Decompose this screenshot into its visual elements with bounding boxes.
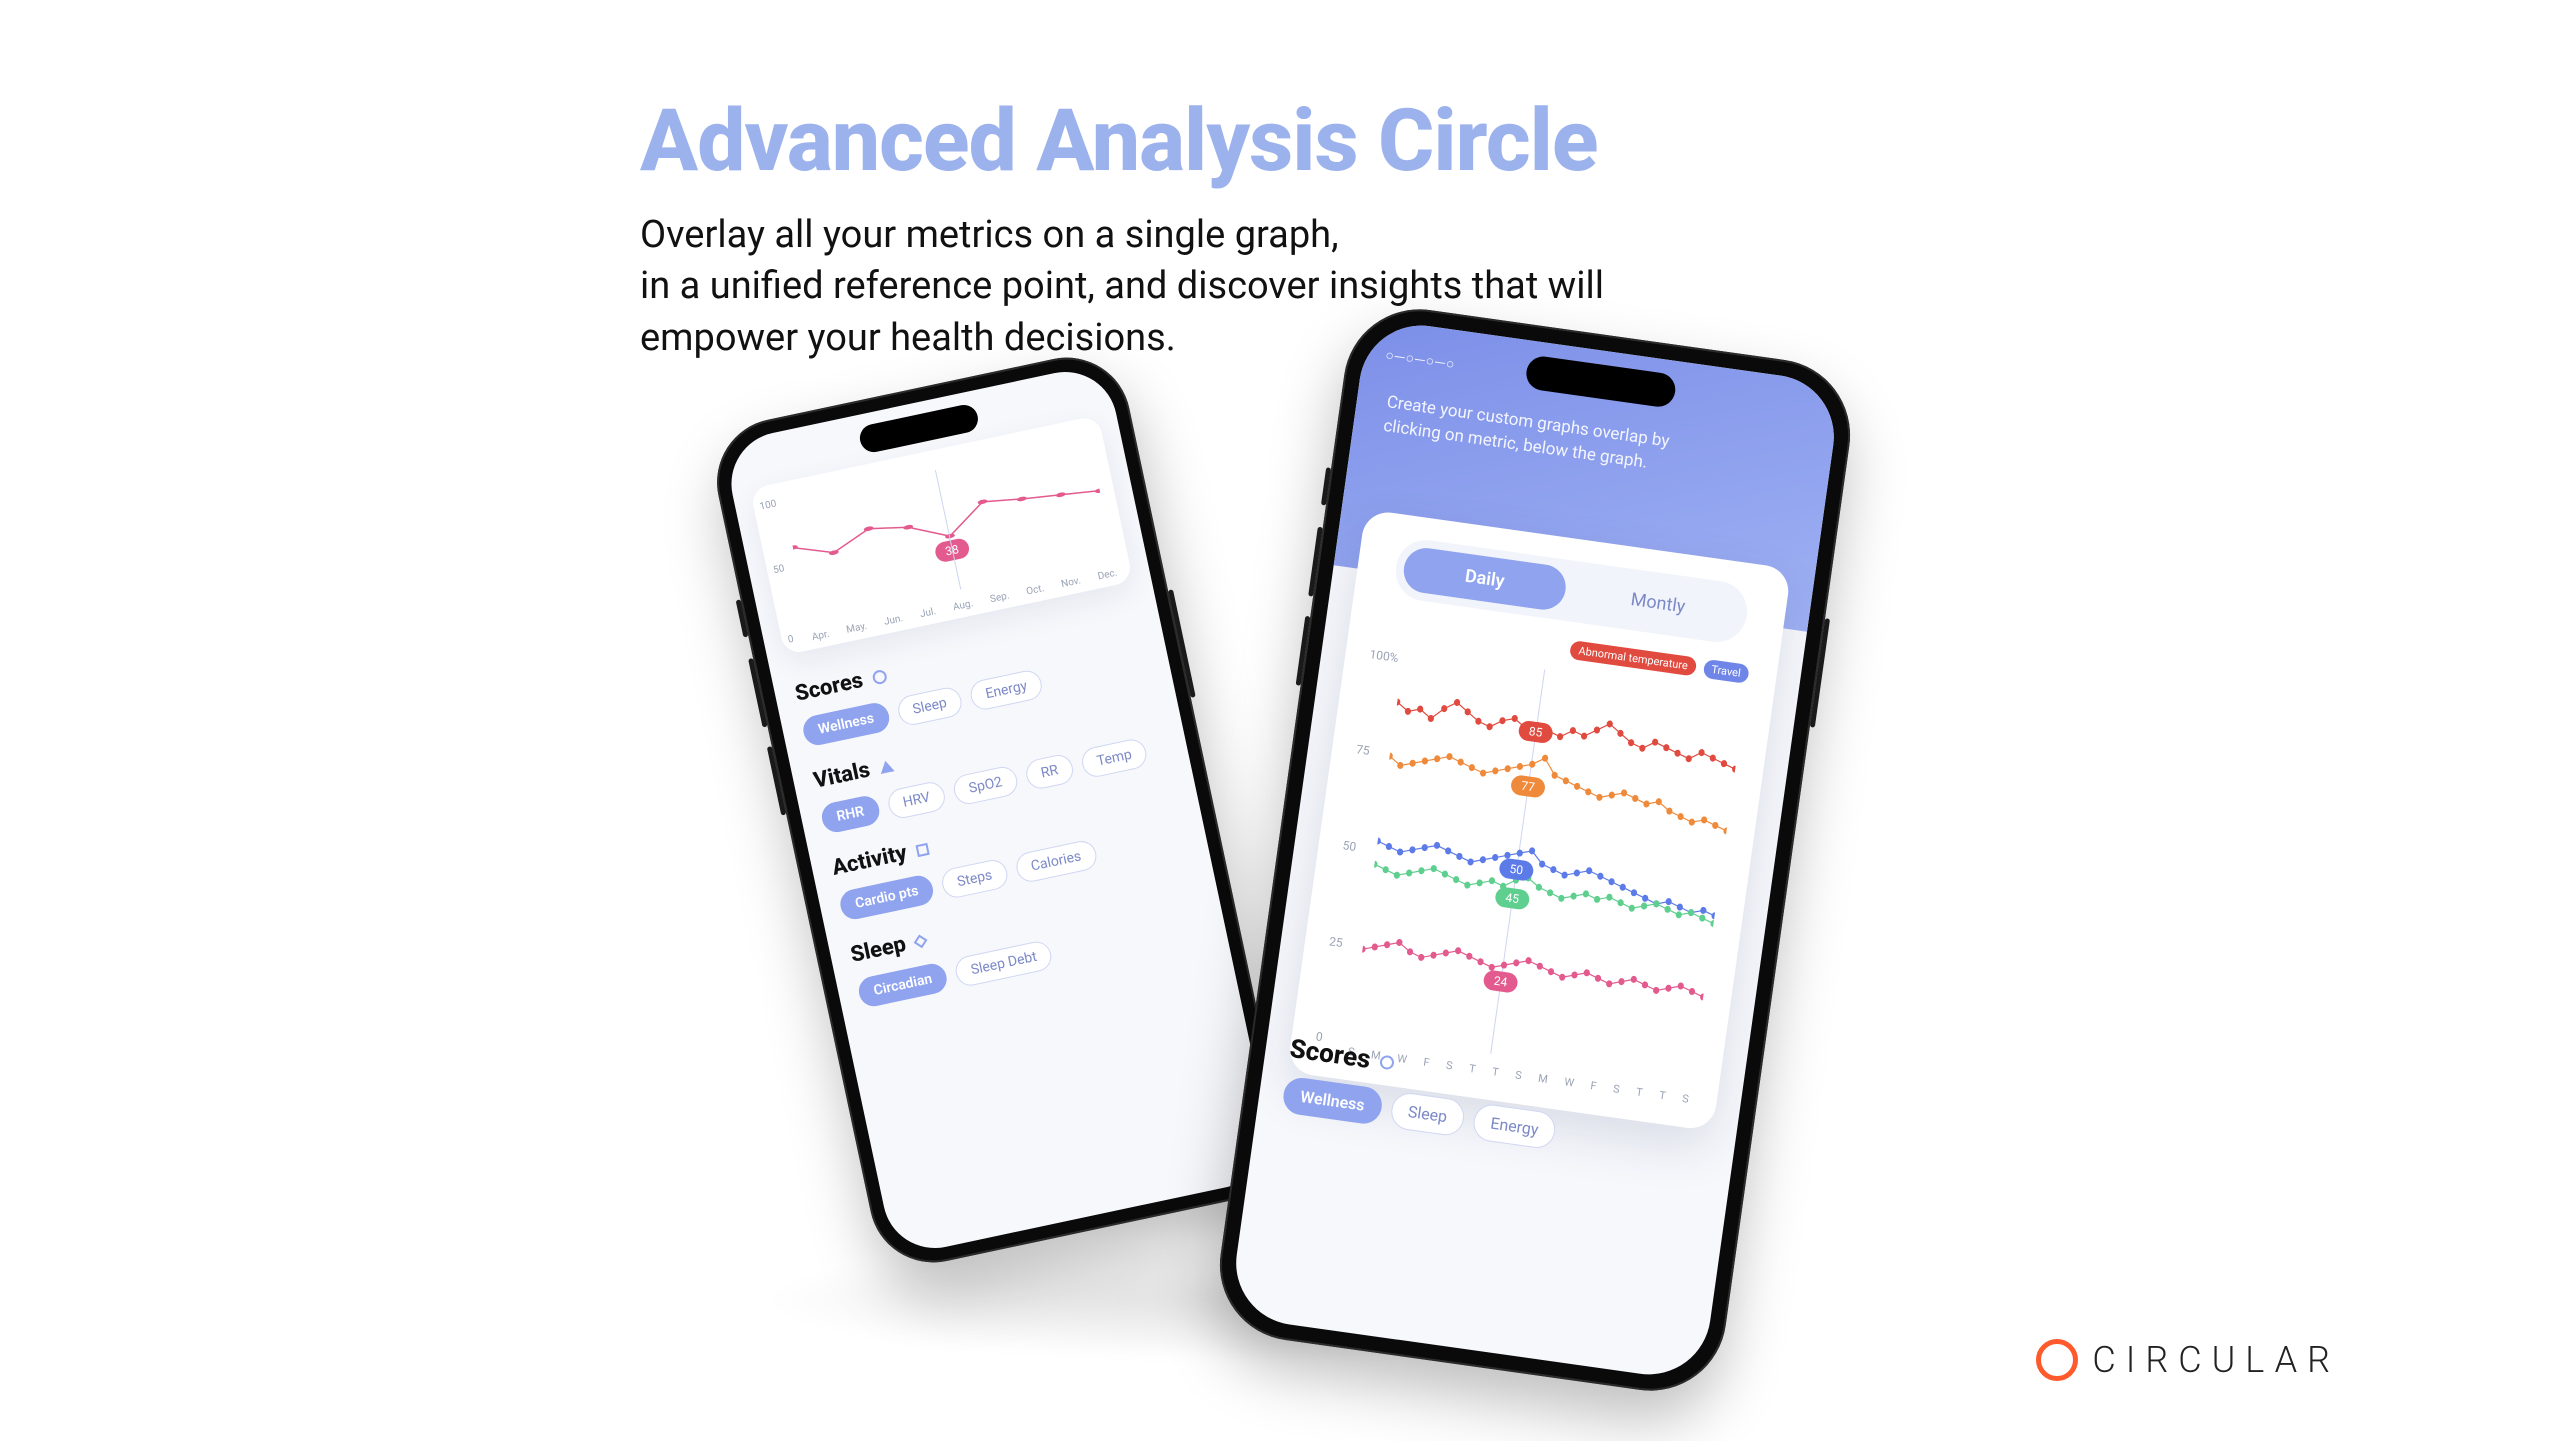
- segment-daily[interactable]: Daily: [1401, 545, 1569, 612]
- brand-name: CIRCULAR: [2092, 1339, 2340, 1381]
- headline: Advanced Analysis Circle: [640, 90, 1598, 191]
- chip-energy[interactable]: Energy: [968, 668, 1045, 712]
- chip-circadian[interactable]: Circadian: [856, 961, 950, 1009]
- segment-montly[interactable]: Montly: [1574, 570, 1742, 637]
- chip-sleep[interactable]: Sleep: [1389, 1091, 1467, 1138]
- phone-mockup-left: 100 50 0 38 Apr.May.Jun.Jul.Aug.Sep.Oct.…: [705, 346, 1295, 1275]
- chip-sleep[interactable]: Sleep: [895, 685, 964, 728]
- chip-wellness[interactable]: Wellness: [801, 700, 892, 747]
- chip-energy[interactable]: Energy: [1471, 1102, 1558, 1150]
- phone-mockup-right: ○─○─○─○ Create your custom graphs overla…: [1210, 300, 1860, 1401]
- brand-logo: CIRCULAR: [2036, 1339, 2340, 1381]
- chip-sleep debt[interactable]: Sleep Debt: [953, 939, 1054, 989]
- brand-ring-icon: [2036, 1339, 2078, 1381]
- chip-hrv[interactable]: HRV: [885, 779, 947, 820]
- overlay-chart: 100% 75 50 25 0 85 77 50 45 24 SMWFSTTSM…: [1308, 636, 1757, 1107]
- sleep-icon: [913, 934, 927, 948]
- activity-icon: [915, 842, 929, 856]
- chip-steps[interactable]: Steps: [940, 857, 1010, 900]
- scores-icon: [871, 668, 888, 685]
- chip-temp[interactable]: Temp: [1079, 737, 1149, 780]
- header-decoration-icon: ○─○─○─○: [1384, 346, 1456, 373]
- chip-wellness[interactable]: Wellness: [1281, 1076, 1384, 1126]
- chip-rr[interactable]: RR: [1023, 752, 1075, 791]
- header-hint: Create your custom graphs overlap by cli…: [1382, 391, 1686, 480]
- vitals-icon: [878, 759, 894, 774]
- chart-tag: Travel: [1702, 659, 1750, 684]
- chip-spo2[interactable]: SpO2: [951, 764, 1020, 807]
- chip-calories[interactable]: Calories: [1013, 838, 1098, 884]
- circle-icon: [1379, 1055, 1395, 1071]
- chip-cardio pts[interactable]: Cardio pts: [838, 873, 936, 922]
- chip-rhr[interactable]: RHR: [819, 794, 882, 835]
- chart-card: DailyMontly Abnormal temperatureTravel 1…: [1287, 509, 1792, 1131]
